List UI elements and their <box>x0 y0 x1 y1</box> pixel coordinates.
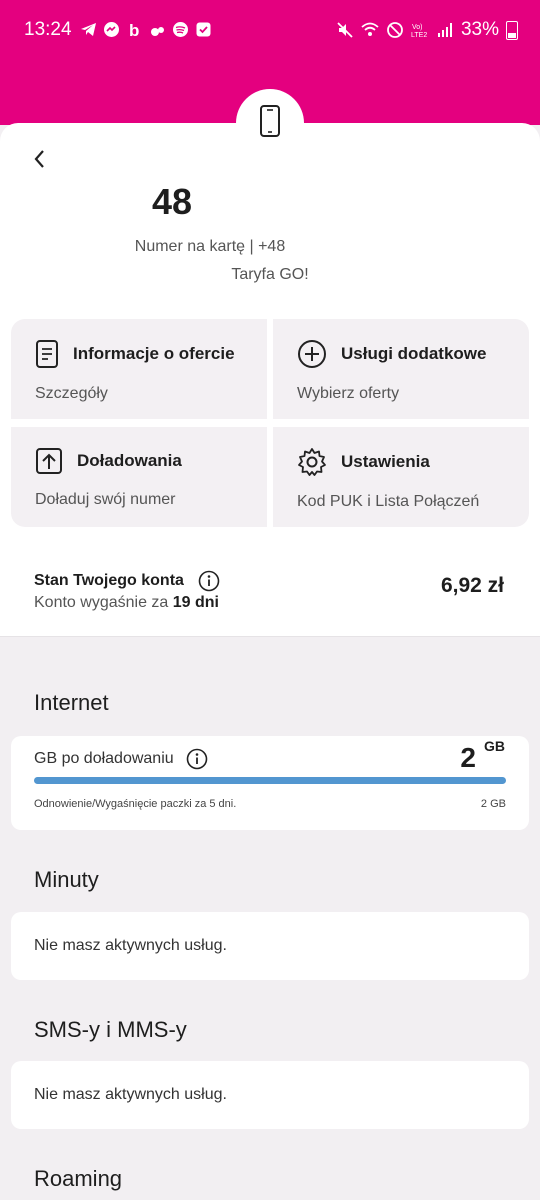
data-value: 2 <box>460 742 476 773</box>
back-button[interactable] <box>28 147 52 171</box>
tile-additional-services[interactable]: Usługi dodatkowe Wybierz oferty <box>273 319 529 419</box>
volte-icon: Vo) LTE2 <box>411 21 429 39</box>
info-icon[interactable] <box>186 748 208 770</box>
phone-number: 48 <box>152 181 193 222</box>
info-icon[interactable] <box>198 570 220 592</box>
tile-subtitle: Wybierz oferty <box>297 385 400 402</box>
tile-offer-info[interactable]: Informacje o ofercie Szczegóły <box>11 319 267 419</box>
number-type: Numer na kartę | +48 <box>134 238 286 255</box>
tile-subtitle: Kod PUK i Lista Połączeń <box>297 493 480 510</box>
data-remaining: 2 GB <box>460 738 505 774</box>
data-unit: GB <box>484 737 505 754</box>
data-label-text: GB po doładowaniu <box>34 750 174 767</box>
plus-circle-icon <box>298 340 326 368</box>
internet-heading: Internet <box>34 690 109 715</box>
spotify-icon <box>172 21 189 38</box>
minutes-empty-text: Nie masz aktywnych usług. <box>34 937 227 954</box>
tile-subtitle: Szczegóły <box>35 385 108 402</box>
check-icon <box>195 21 212 38</box>
wifi-icon <box>361 21 379 39</box>
quick-actions: Informacje o ofercie Szczegóły Usługi do… <box>11 319 529 527</box>
data-progress-bar <box>34 777 506 784</box>
tile-title: Informacje o ofercie <box>73 344 235 363</box>
balance-title: Stan Twojego konta <box>34 570 220 592</box>
tile-title: Usługi dodatkowe <box>341 344 487 363</box>
battery-text: 33% <box>460 19 499 40</box>
roaming-heading: Roaming <box>34 1166 123 1191</box>
system-icons: Vo) LTE2 33% <box>336 19 518 41</box>
signal-icon <box>436 21 454 39</box>
tile-title: Doładowania <box>77 451 182 470</box>
data-progress-fill <box>34 777 506 784</box>
b-app-icon: b <box>126 21 143 40</box>
smartphone-icon <box>259 104 281 143</box>
expiry-prefix: Konto wygaśnie za <box>34 594 169 611</box>
expiry-days: 19 dni <box>172 594 219 611</box>
internet-package-card[interactable]: GB po doładowaniu 2 GB Odnowienie/Wygaśni… <box>11 736 529 830</box>
mute-icon <box>336 21 354 39</box>
tile-topups[interactable]: Doładowania Doładuj swój numer <box>11 427 267 527</box>
balance-amount: 6,92 zł <box>440 574 504 597</box>
svg-text:b: b <box>129 21 139 38</box>
phone-badge <box>236 89 304 157</box>
battery-icon <box>506 20 518 40</box>
tariff-name: Taryfa GO! <box>231 266 309 283</box>
gear-icon <box>298 448 326 476</box>
telegram-icon <box>80 21 97 38</box>
balance-title-text: Stan Twojego konta <box>34 572 184 589</box>
tile-title: Ustawienia <box>341 452 430 471</box>
tile-subtitle: Doładuj swój numer <box>35 491 176 508</box>
account-expiry: Konto wygaśnie za 19 dni <box>34 594 219 612</box>
sms-card: Nie masz aktywnych usług. <box>11 1061 529 1129</box>
status-time: 13:24 <box>24 19 72 40</box>
svg-text:Vo): Vo) <box>412 24 423 31</box>
minutes-card: Nie masz aktywnych usług. <box>11 912 529 980</box>
chevron-left-icon <box>34 150 44 168</box>
upload-icon <box>36 448 62 474</box>
document-icon <box>36 340 58 368</box>
sms-empty-text: Nie masz aktywnych usług. <box>34 1086 227 1103</box>
messenger-icon <box>103 21 120 38</box>
sms-heading: SMS-y i MMS-y <box>34 1017 187 1042</box>
notification-icons: b <box>80 21 212 40</box>
minutes-heading: Minuty <box>34 867 99 892</box>
data-total: 2 GB <box>480 798 506 810</box>
svg-text:LTE2: LTE2 <box>411 32 427 39</box>
app-icon <box>149 21 166 38</box>
tile-settings[interactable]: Ustawienia Kod PUK i Lista Połączeń <box>273 427 529 527</box>
data-label: GB po doładowaniu <box>34 748 208 770</box>
renewal-info: Odnowienie/Wygaśnięcie paczki za 5 dni. <box>34 798 237 810</box>
dnd-icon <box>386 21 404 39</box>
